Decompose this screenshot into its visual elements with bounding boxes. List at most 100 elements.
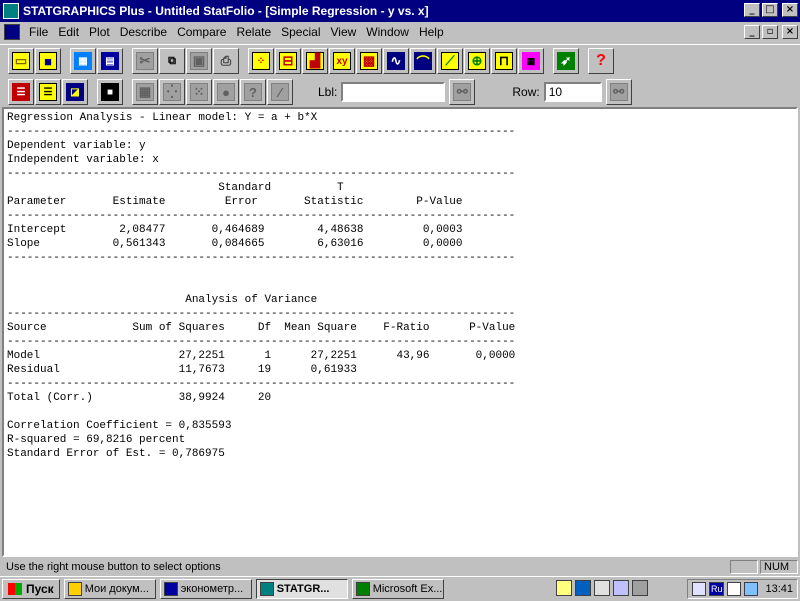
output-line: ----------------------------------------… <box>7 336 516 348</box>
step-chart-icon: ⊓ <box>495 52 513 70</box>
histogram-button[interactable]: ▟ <box>302 48 328 74</box>
output-line: ----------------------------------------… <box>7 308 516 320</box>
label-lookup-button[interactable]: ⚯ <box>449 79 476 105</box>
search-icon[interactable] <box>556 580 572 596</box>
language-indicator[interactable]: Ru <box>708 582 725 596</box>
points-icon: ⁛ <box>163 83 181 101</box>
matrix-plot-button[interactable]: ▩ <box>356 48 382 74</box>
save-data-button[interactable]: ▤ <box>97 48 123 74</box>
disk-data-icon: ▤ <box>101 52 119 70</box>
clipboard-icon: ▣ <box>190 52 208 70</box>
grid-icon: ▦ <box>74 52 92 70</box>
menu-relate[interactable]: Relate <box>231 25 276 39</box>
analysis-output-pane[interactable]: Regression Analysis - Linear model: Y = … <box>2 107 798 557</box>
mdi-close-button[interactable]: × <box>782 25 798 39</box>
task-label: Microsoft Ex... <box>372 583 443 595</box>
row-lookup-button[interactable]: ⚯ <box>605 79 632 105</box>
start-button[interactable]: Пуск <box>2 579 60 599</box>
control-chart-button[interactable]: ⊓ <box>491 48 517 74</box>
print-button[interactable]: ⎙ <box>213 48 239 74</box>
regression-button[interactable]: ⟋ <box>437 48 463 74</box>
output-line: Standard T <box>7 182 344 194</box>
binoculars-icon: ⚯ <box>453 83 472 101</box>
help-button[interactable]: ? <box>588 48 614 74</box>
document-icon[interactable] <box>4 24 20 40</box>
xy-plot-button[interactable]: xy <box>329 48 355 74</box>
status-text: Use the right mouse button to select opt… <box>6 561 221 573</box>
disabled-tool-1[interactable]: ▦ <box>132 79 158 105</box>
cut-button[interactable]: ✂ <box>132 48 158 74</box>
app-icon[interactable] <box>3 3 19 19</box>
save-results-button[interactable]: ■ <box>97 79 123 105</box>
distribution-button[interactable]: ⌒ <box>410 48 436 74</box>
mdi-minimize-button[interactable]: _ <box>744 25 760 39</box>
menu-bar: File Edit Plot Describe Compare Relate S… <box>0 22 800 42</box>
volume-icon[interactable] <box>727 582 742 596</box>
label-input[interactable] <box>341 82 446 102</box>
minimize-button[interactable]: _ <box>744 3 760 17</box>
globe-button[interactable]: ⊕ <box>464 48 490 74</box>
menu-help[interactable]: Help <box>414 25 449 39</box>
task-excel[interactable]: Microsoft Ex... <box>351 579 444 599</box>
save-results-icon: ■ <box>101 83 119 101</box>
analysis-toolbar: ☰ ☰ ◪ ■ ▦ ⁛ ⁙ ● ? ∕ Lbl: ⚯ Row: ⚯ <box>0 77 800 107</box>
task-my-documents[interactable]: Мои докум... <box>63 579 156 599</box>
save-button[interactable]: ■ <box>35 48 61 74</box>
graphical-options-button[interactable]: ◪ <box>62 79 88 105</box>
output-line: Dependent variable: y <box>7 140 146 152</box>
open-button[interactable]: ▭ <box>8 48 34 74</box>
close-button[interactable]: × <box>782 3 798 17</box>
boxplot-button[interactable]: ⊟ <box>275 48 301 74</box>
display-icon[interactable] <box>691 582 706 596</box>
menu-file[interactable]: File <box>24 25 53 39</box>
special-button[interactable]: ▦ <box>518 48 544 74</box>
disabled-tool-4[interactable]: ● <box>213 79 239 105</box>
menu-window[interactable]: Window <box>361 25 414 39</box>
input-dialog-button[interactable]: ☰ <box>8 79 34 105</box>
internet-explorer-icon[interactable] <box>575 580 591 596</box>
tabular-options-button[interactable]: ☰ <box>35 79 61 105</box>
menu-compare[interactable]: Compare <box>172 25 231 39</box>
tray-app-icon[interactable] <box>744 582 759 596</box>
trend-icon: ⟋ <box>441 52 459 70</box>
output-line: Independent variable: x <box>7 154 159 166</box>
taskbar: Пуск Мои докум... эконометр... STATGR...… <box>0 576 800 601</box>
menu-edit[interactable]: Edit <box>53 25 84 39</box>
output-line: Standard Error of Est. = 0,786975 <box>7 448 225 460</box>
output-line: Model 27,2251 1 27,2251 43,96 0,0000 <box>7 350 516 362</box>
disabled-tool-2[interactable]: ⁛ <box>159 79 185 105</box>
boxplot-icon: ⊟ <box>279 52 297 70</box>
menu-special[interactable]: Special <box>276 25 325 39</box>
copy-button[interactable]: ⧉ <box>159 48 185 74</box>
windows-flag-icon <box>8 583 22 595</box>
output-line: Regression Analysis - Linear model: Y = … <box>7 112 318 124</box>
scatterplot-button[interactable]: ⁘ <box>248 48 274 74</box>
menu-plot[interactable]: Plot <box>84 25 115 39</box>
pen-icon[interactable] <box>594 580 610 596</box>
task-word-document[interactable]: эконометр... <box>159 579 252 599</box>
time-series-button[interactable]: ∿ <box>383 48 409 74</box>
spreadsheet-button[interactable]: ▦ <box>70 48 96 74</box>
window-title: STATGRAPHICS Plus - Untitled StatFolio -… <box>23 4 429 18</box>
output-line: R-squared = 69,8216 percent <box>7 434 186 446</box>
num-lock-indicator: NUM <box>760 560 798 574</box>
window-controls: _ □ × <box>744 3 798 17</box>
disabled-tool-3[interactable]: ⁙ <box>186 79 212 105</box>
output-line: Intercept 2,08477 0,464689 4,48638 0,000… <box>7 224 463 236</box>
disabled-tool-6[interactable]: ∕ <box>267 79 293 105</box>
output-line: ----------------------------------------… <box>7 210 516 222</box>
network-icon[interactable] <box>632 580 648 596</box>
task-statgraphics[interactable]: STATGR... <box>255 579 348 599</box>
lbl-label: Lbl: <box>318 85 338 99</box>
row-input[interactable] <box>543 82 602 102</box>
maximize-button[interactable]: □ <box>762 3 778 17</box>
paste-button[interactable]: ▣ <box>186 48 212 74</box>
statadvisor-button[interactable]: ➶ <box>553 48 579 74</box>
mdi-restore-button[interactable]: ▫ <box>762 25 778 39</box>
desktop-icon[interactable] <box>613 580 629 596</box>
disabled-tool-5[interactable]: ? <box>240 79 266 105</box>
output-line: Source Sum of Squares Df Mean Square F-R… <box>7 322 516 334</box>
menu-view[interactable]: View <box>325 25 361 39</box>
menu-describe[interactable]: Describe <box>115 25 172 39</box>
status-panel-empty <box>730 560 758 574</box>
